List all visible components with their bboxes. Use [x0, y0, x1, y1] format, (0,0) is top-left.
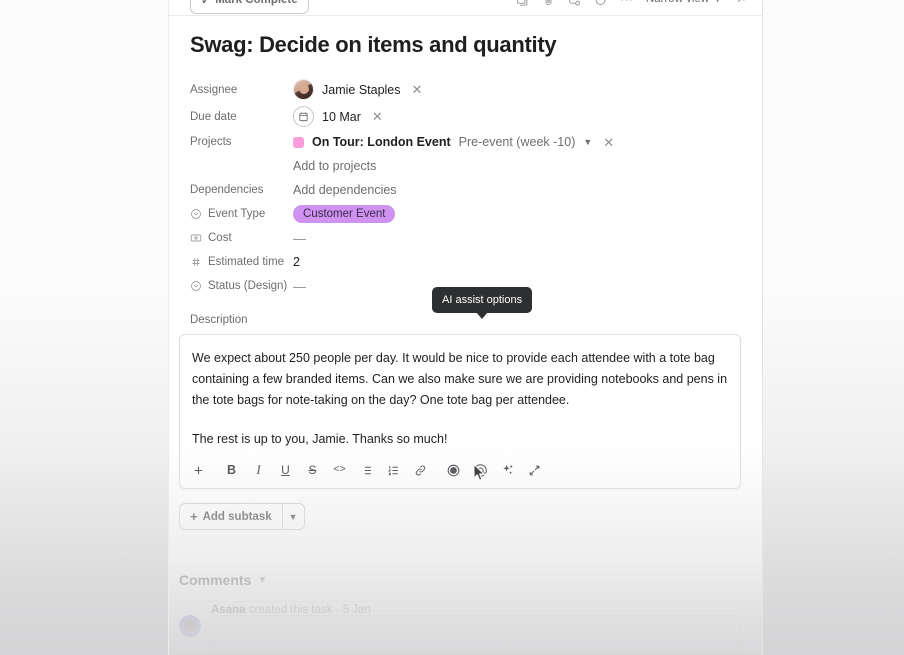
add-subtask-label: Add subtask — [202, 510, 272, 523]
mark-complete-label: Mark Complete — [215, 0, 298, 6]
estimated-time-label: Estimated time — [169, 256, 293, 268]
add-subtask-group: + Add subtask ▼ — [179, 503, 762, 530]
comments-heading-text: Comments — [179, 572, 252, 588]
field-row-assignee: Assignee Jamie Staples ✕ — [169, 76, 762, 103]
description-text[interactable]: We expect about 250 people per day. It w… — [180, 335, 740, 454]
event-type-label: Event Type — [169, 208, 293, 220]
copy-task-icon[interactable] — [510, 0, 536, 12]
estimated-time-value: 2 — [293, 255, 300, 269]
projects-value[interactable]: On Tour: London Event Pre-event (week -1… — [293, 134, 762, 151]
expand-editor-button[interactable] — [522, 458, 547, 482]
dependencies-label: Dependencies — [190, 184, 264, 196]
event-type-label-text: Event Type — [208, 208, 266, 220]
add-subtask-button[interactable]: + Add subtask — [179, 503, 282, 530]
description-paragraph-1: We expect about 250 people per day. It w… — [192, 351, 728, 407]
more-options-icon[interactable] — [614, 0, 640, 12]
status-design-value: — — [293, 278, 306, 294]
status-design-label: Status (Design) — [169, 280, 293, 292]
cost-label: Cost — [169, 232, 293, 244]
cost-value: — — [293, 230, 306, 246]
avatar — [293, 79, 314, 100]
chevron-down-icon: ▼ — [288, 511, 298, 522]
projects-label: Projects — [190, 136, 232, 148]
add-subtask-dropdown[interactable]: ▼ — [281, 503, 305, 530]
field-row-dependencies: Dependencies Add dependencies — [169, 178, 762, 202]
mark-complete-button[interactable]: ✓ Mark Complete — [190, 0, 309, 14]
task-fields: Assignee Jamie Staples ✕ Due date 10 Mar… — [169, 76, 762, 298]
project-color-swatch — [293, 136, 304, 148]
subtask-link-icon[interactable] — [562, 0, 588, 12]
like-icon[interactable] — [588, 0, 614, 12]
dropdown-circle-icon — [190, 208, 202, 220]
chevron-down-icon[interactable]: ▼ — [583, 137, 592, 147]
estimated-time-label-text: Estimated time — [208, 256, 285, 268]
code-button[interactable]: <> — [327, 458, 352, 482]
task-header-actions: Narrow view ▼ — [510, 0, 754, 12]
link-button[interactable] — [408, 458, 433, 482]
task-detail-pane: ✓ Mark Complete Narrow view ▼ — [168, 0, 763, 655]
project-name: On Tour: London Event — [312, 135, 451, 149]
field-row-add-to-projects: Add to projects — [169, 154, 762, 178]
assignee-value[interactable]: Jamie Staples ✕ — [293, 79, 762, 100]
bulleted-list-button[interactable] — [354, 458, 379, 482]
narrow-view-label: Narrow view — [646, 0, 709, 5]
event-type-pill: Customer Event — [293, 205, 396, 223]
chevron-down-icon: ▼ — [713, 0, 722, 4]
description-editor[interactable]: We expect about 250 people per day. It w… — [179, 287, 741, 489]
expand-diagonal-icon[interactable] — [728, 0, 754, 12]
task-header-bar: ✓ Mark Complete Narrow view ▼ — [169, 0, 762, 16]
narrow-view-selector[interactable]: Narrow view ▼ — [640, 0, 728, 5]
field-row-estimated-time: Estimated time 2 — [169, 250, 762, 274]
close-icon[interactable]: ✕ — [369, 108, 386, 125]
calendar-icon — [293, 106, 314, 127]
task-title[interactable]: Swag: Decide on items and quantity — [190, 32, 762, 58]
hash-icon — [190, 256, 202, 268]
underline-button[interactable]: U — [273, 458, 298, 482]
ai-assist-tooltip: AI assist options — [432, 287, 533, 319]
comments-heading[interactable]: Comments ▼ — [179, 572, 762, 588]
plus-icon: + — [190, 509, 198, 524]
description-label: Description — [190, 314, 248, 326]
strikethrough-button[interactable]: S — [300, 458, 325, 482]
comment-composer — [169, 601, 762, 655]
dropdown-circle-icon — [190, 280, 202, 292]
tooltip-text: AI assist options — [442, 294, 523, 306]
ai-assist-button[interactable] — [495, 458, 520, 482]
field-row-cost: Cost — — [169, 226, 762, 250]
due-date-value[interactable]: 10 Mar ✕ — [293, 106, 762, 127]
close-icon[interactable]: ✕ — [409, 81, 426, 98]
project-section: Pre-event (week -10) — [458, 135, 576, 149]
numbered-list-button[interactable] — [381, 458, 406, 482]
chevron-down-icon: ▼ — [257, 574, 268, 586]
event-type-value[interactable]: Customer Event — [293, 205, 762, 223]
status-design-label-text: Status (Design) — [208, 280, 288, 292]
field-row-due-date: Due date 10 Mar ✕ — [169, 103, 762, 130]
field-row-projects: Projects On Tour: London Event Pre-event… — [169, 130, 762, 154]
currency-icon — [190, 232, 202, 244]
check-icon: ✓ — [201, 0, 211, 7]
assignee-name: Jamie Staples — [322, 82, 401, 97]
assignee-label: Assignee — [190, 83, 238, 96]
bold-button[interactable]: B — [219, 458, 244, 482]
avatar — [179, 615, 201, 637]
formatting-toolbar: B I U S <> — [180, 454, 740, 488]
comment-input[interactable] — [210, 615, 741, 655]
mention-button[interactable] — [468, 458, 493, 482]
field-row-event-type: Event Type Customer Event — [169, 202, 762, 226]
add-attachment-button[interactable] — [186, 458, 211, 482]
description-paragraph-2: The rest is up to you, Jamie. Thanks so … — [192, 432, 448, 446]
add-to-projects-button[interactable]: Add to projects — [293, 159, 376, 173]
due-date-label: Due date — [190, 110, 237, 123]
attachment-icon[interactable] — [536, 0, 562, 12]
italic-button[interactable]: I — [246, 458, 271, 482]
add-dependencies-button[interactable]: Add dependencies — [293, 183, 397, 197]
close-icon[interactable]: ✕ — [600, 134, 617, 151]
record-button[interactable] — [441, 458, 466, 482]
due-date-text: 10 Mar — [322, 109, 361, 124]
cost-label-text: Cost — [208, 232, 232, 244]
